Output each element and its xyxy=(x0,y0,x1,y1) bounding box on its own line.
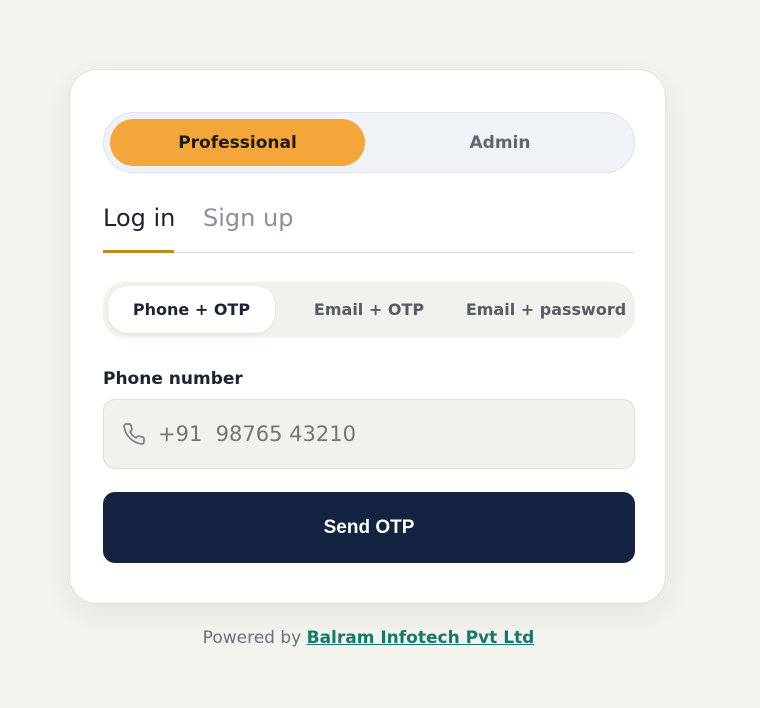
active-tab-underline xyxy=(103,250,174,253)
send-otp-button[interactable]: Send OTP xyxy=(103,492,635,563)
role-toggle: Professional Admin xyxy=(103,112,635,173)
footer-prefix: Powered by xyxy=(202,628,302,648)
role-option-admin[interactable]: Admin xyxy=(368,119,632,166)
method-phone-otp[interactable]: Phone + OTP xyxy=(108,286,275,333)
phone-input[interactable] xyxy=(156,399,634,469)
login-method-toggle: Phone + OTP Email + OTP Email + password xyxy=(103,282,635,338)
tab-log-in[interactable]: Log in xyxy=(103,204,175,232)
footer-company-link[interactable]: Balram Infotech Pvt Ltd xyxy=(307,628,535,648)
auth-tabs: Log in Sign up xyxy=(103,200,635,253)
method-email-otp[interactable]: Email + OTP xyxy=(283,286,455,333)
footer: Powered by Balram Infotech Pvt Ltd xyxy=(0,628,737,648)
method-email-password[interactable]: Email + password xyxy=(463,286,629,333)
role-option-professional[interactable]: Professional xyxy=(110,119,365,166)
phone-field[interactable] xyxy=(103,399,635,469)
login-card: Professional Admin Log in Sign up Phone … xyxy=(69,69,666,604)
phone-icon xyxy=(122,422,146,446)
phone-number-label: Phone number xyxy=(103,369,243,389)
tab-sign-up[interactable]: Sign up xyxy=(203,204,293,232)
